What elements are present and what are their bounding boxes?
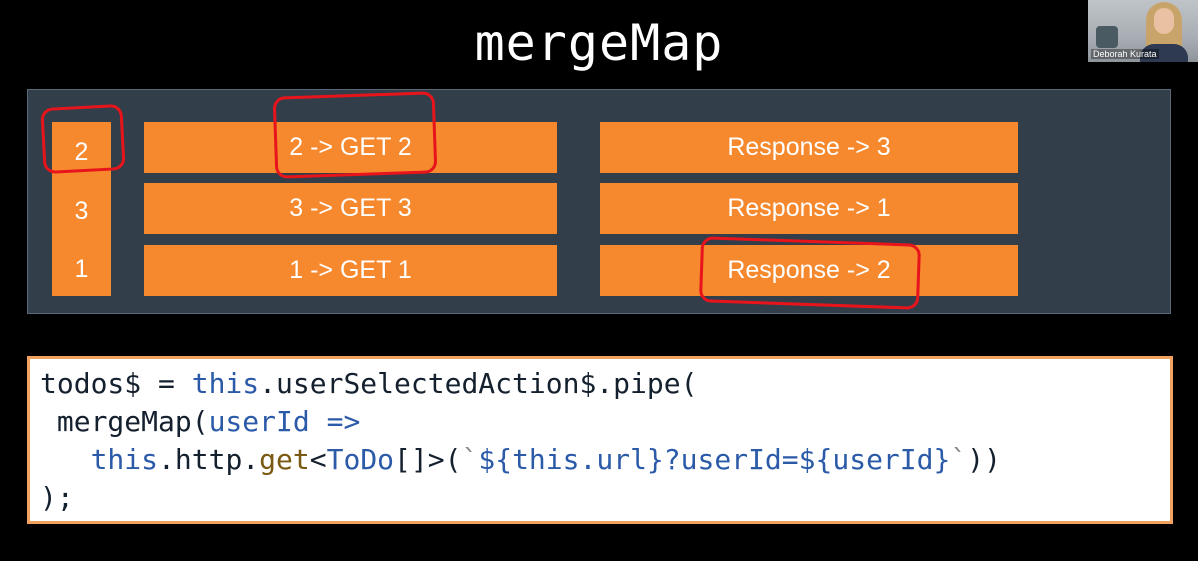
request-box-3: 1 -> GET 1	[144, 245, 557, 296]
code-block: todos$ = this.userSelectedAction$.pipe( …	[27, 356, 1173, 524]
highlight-circle-source	[40, 103, 126, 175]
slide-title: mergeMap	[474, 14, 724, 72]
code-line-1: todos$ = this.userSelectedAction$.pipe(	[40, 367, 698, 400]
mergemap-diagram: 2 3 1 2 -> GET 2 3 -> GET 3 1 -> GET 1 R…	[27, 89, 1171, 314]
response-box-2: Response -> 1	[600, 183, 1018, 234]
participant-video-thumbnail[interactable]: Deborah Kurata	[1088, 0, 1198, 62]
highlight-circle-request	[272, 91, 438, 179]
participant-face	[1154, 8, 1174, 34]
participant-name: Deborah Kurata	[1091, 49, 1159, 59]
code-line-3: this.http.get<ToDo[]>(`${this.url}?userI…	[90, 443, 1001, 476]
response-box-1: Response -> 3	[600, 122, 1018, 173]
code-line-2: mergeMap(userId =>	[40, 405, 361, 438]
source-value-2: 3	[74, 196, 89, 225]
highlight-circle-response	[698, 236, 922, 310]
code-line-4: );	[40, 481, 74, 514]
source-value-3: 1	[74, 254, 89, 283]
code-text: todos$ = this.userSelectedAction$.pipe( …	[40, 365, 1001, 517]
background-plant	[1096, 26, 1118, 48]
request-box-2: 3 -> GET 3	[144, 183, 557, 234]
